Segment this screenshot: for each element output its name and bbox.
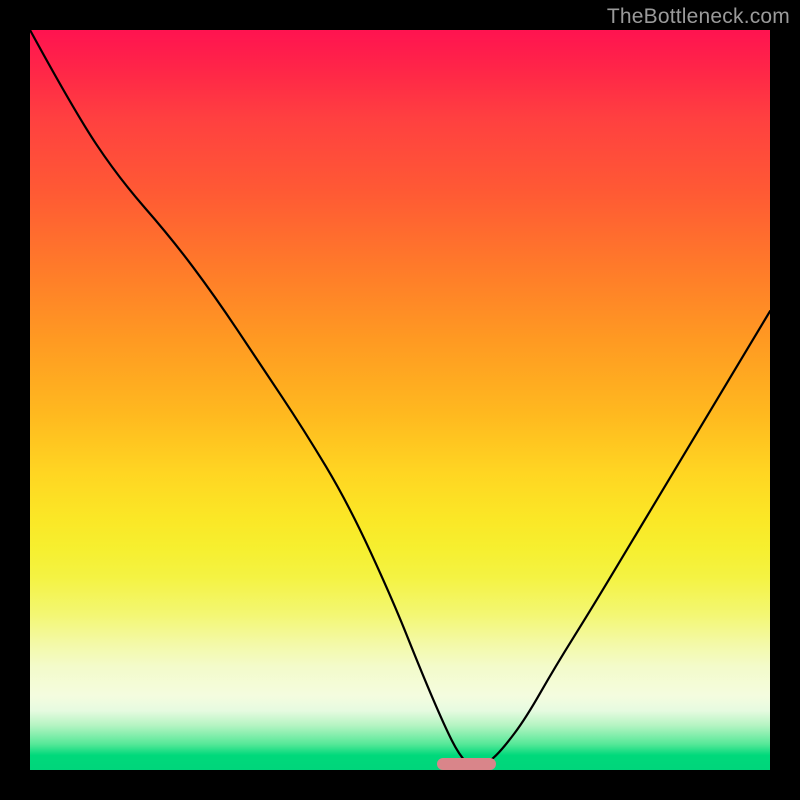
watermark-text: TheBottleneck.com	[607, 5, 790, 29]
chart-frame: TheBottleneck.com	[0, 0, 800, 800]
sweetspot-marker	[437, 758, 496, 770]
plot-area	[30, 30, 770, 770]
curve-path	[30, 30, 770, 768]
bottleneck-curve	[30, 30, 770, 770]
